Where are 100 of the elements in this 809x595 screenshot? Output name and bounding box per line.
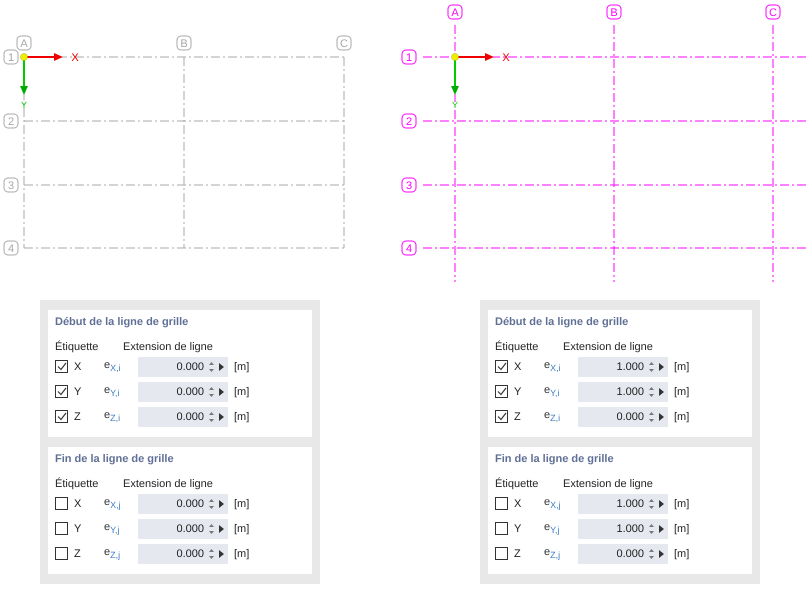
spinner-icon[interactable] xyxy=(648,498,655,510)
play-icon[interactable] xyxy=(219,362,224,370)
unit-label: [m] xyxy=(234,522,250,534)
spinner-icon[interactable] xyxy=(208,498,215,510)
section-title: Fin de la ligne de grille xyxy=(495,452,615,467)
spinner-icon[interactable] xyxy=(208,548,215,560)
unit-label: [m] xyxy=(234,360,250,372)
checkbox-label: X xyxy=(74,498,82,510)
spinner-icon[interactable] xyxy=(648,410,655,422)
play-icon[interactable] xyxy=(659,362,664,370)
symbol-label: e$_{Y,i}$ xyxy=(104,384,120,399)
symbol-label: e$_{Y,i}$ xyxy=(544,384,560,399)
section-title: Fin de la ligne de grille xyxy=(55,452,175,467)
unit-label: [m] xyxy=(674,410,690,422)
checkbox[interactable] xyxy=(55,522,68,535)
spinner-icon[interactable] xyxy=(648,522,655,534)
column-header: Extension de ligne xyxy=(563,340,653,354)
grid-label: 4 xyxy=(4,240,18,256)
section-title: Début de la ligne de grille xyxy=(495,315,630,330)
play-icon[interactable] xyxy=(219,412,224,420)
checkbox-label: Y xyxy=(74,522,82,534)
symbol-label: e$_{X,j}$ xyxy=(544,496,562,511)
spinner-icon[interactable] xyxy=(208,522,215,534)
number-field[interactable]: 1.000 xyxy=(578,518,668,538)
number-field[interactable]: 0.000 xyxy=(138,544,228,564)
symbol-label: e$_{X,i}$ xyxy=(104,359,122,374)
unit-label: [m] xyxy=(234,410,250,422)
grid-label: C xyxy=(766,4,780,20)
symbol-label: e$_{Y,j}$ xyxy=(544,521,560,536)
grid-label: 4 xyxy=(402,240,416,256)
play-icon[interactable] xyxy=(659,412,664,420)
spinner-icon[interactable] xyxy=(208,386,215,398)
number-field[interactable]: 0.000 xyxy=(578,406,668,426)
unit-label: [m] xyxy=(674,360,690,372)
column-header: Extension de ligne xyxy=(563,477,653,491)
grid-label: B xyxy=(176,36,192,50)
play-icon[interactable] xyxy=(659,550,664,558)
unit-label: [m] xyxy=(674,386,690,398)
checkbox-label: Y xyxy=(514,386,522,398)
checkbox[interactable] xyxy=(55,547,68,560)
checkbox-label: X xyxy=(514,498,522,510)
symbol-label: e$_{X,j}$ xyxy=(104,496,122,511)
play-icon[interactable] xyxy=(219,388,224,396)
checkbox[interactable] xyxy=(495,410,508,423)
grid-label: 2 xyxy=(402,114,416,128)
checkbox-label: Z xyxy=(74,410,82,422)
unit-label: [m] xyxy=(234,498,250,510)
number-field[interactable]: 0.000 xyxy=(138,494,228,514)
checkbox[interactable] xyxy=(55,385,68,398)
grid-label: A xyxy=(448,4,462,20)
unit-label: [m] xyxy=(674,548,690,560)
unit-label: [m] xyxy=(234,548,250,560)
play-icon[interactable] xyxy=(659,524,664,532)
checkbox[interactable] xyxy=(55,497,68,510)
play-icon[interactable] xyxy=(659,388,664,396)
number-field[interactable]: 0.000 xyxy=(138,518,228,538)
grid-label: 1 xyxy=(4,50,18,64)
symbol-label: e$_{Z,i}$ xyxy=(544,409,562,424)
spinner-icon[interactable] xyxy=(648,548,655,560)
checkbox[interactable] xyxy=(495,522,508,535)
number-field[interactable]: 1.000 xyxy=(578,356,668,376)
checkbox[interactable] xyxy=(55,360,68,373)
x-axis-label: X xyxy=(71,52,79,64)
number-field[interactable]: 0.000 xyxy=(578,544,668,564)
grid-label: 3 xyxy=(402,178,416,192)
spinner-icon[interactable] xyxy=(648,386,655,398)
grid-label: 2 xyxy=(4,114,18,128)
spinner-icon[interactable] xyxy=(208,360,215,372)
grid-label: B xyxy=(606,4,622,20)
column-header: Étiquette xyxy=(495,340,540,354)
checkbox-label: Z xyxy=(74,548,82,560)
unit-label: [m] xyxy=(674,498,690,510)
y-axis-label: Y xyxy=(452,100,458,110)
checkbox[interactable] xyxy=(495,547,508,560)
spinner-icon[interactable] xyxy=(648,360,655,372)
checkbox-label: Y xyxy=(74,386,82,398)
grid-label: 1 xyxy=(402,50,416,64)
checkbox[interactable] xyxy=(495,497,508,510)
symbol-label: e$_{Z,i}$ xyxy=(104,409,122,424)
play-icon[interactable] xyxy=(219,500,224,508)
play-icon[interactable] xyxy=(219,550,224,558)
checkbox[interactable] xyxy=(495,360,508,373)
grid-label: 3 xyxy=(4,178,18,192)
number-field[interactable]: 0.000 xyxy=(138,382,228,402)
symbol-label: e$_{Z,j}$ xyxy=(104,546,122,561)
play-icon[interactable] xyxy=(219,524,224,532)
column-header: Étiquette xyxy=(495,477,540,491)
symbol-label: e$_{Y,j}$ xyxy=(104,521,120,536)
column-header: Étiquette xyxy=(55,477,100,491)
y-axis-label: Y xyxy=(21,100,27,110)
spinner-icon[interactable] xyxy=(208,410,215,422)
play-icon[interactable] xyxy=(659,500,664,508)
checkbox[interactable] xyxy=(55,410,68,423)
number-field[interactable]: 0.000 xyxy=(138,356,228,376)
checkbox-label: Y xyxy=(514,522,522,534)
number-field[interactable]: 0.000 xyxy=(138,406,228,426)
number-field[interactable]: 1.000 xyxy=(578,494,668,514)
symbol-label: e$_{Z,j}$ xyxy=(544,546,562,561)
number-field[interactable]: 1.000 xyxy=(578,382,668,402)
checkbox[interactable] xyxy=(495,385,508,398)
